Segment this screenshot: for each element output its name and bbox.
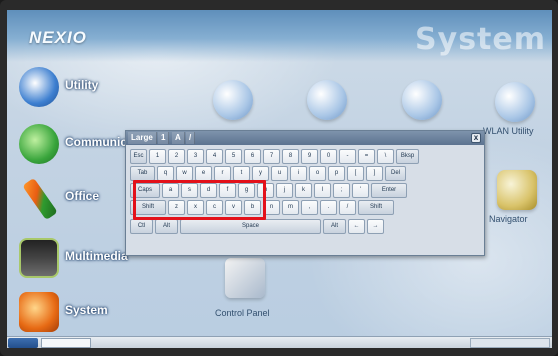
key[interactable]: ] bbox=[366, 166, 383, 181]
key[interactable]: q bbox=[157, 166, 174, 181]
device-frame: NEXIO System Utility Communication Offic… bbox=[0, 0, 558, 356]
key[interactable]: Del bbox=[385, 166, 406, 181]
highlight-annotation bbox=[133, 180, 266, 220]
navigator-icon[interactable] bbox=[497, 170, 537, 210]
key[interactable]: r bbox=[214, 166, 231, 181]
system-gear-icon bbox=[19, 292, 59, 332]
utility-icon bbox=[19, 67, 59, 107]
key[interactable]: j bbox=[276, 183, 293, 198]
keyboard-close-icon[interactable]: x bbox=[471, 133, 481, 143]
keyboard-titlebar: Large 1 A / x bbox=[126, 131, 484, 145]
navigator-label: Navigator bbox=[489, 214, 528, 224]
keyboard-tab-alpha[interactable]: A bbox=[172, 132, 185, 144]
key[interactable]: 3 bbox=[187, 149, 204, 164]
key[interactable]: k bbox=[295, 183, 312, 198]
key[interactable]: w bbox=[176, 166, 193, 181]
app-icon-settings[interactable] bbox=[402, 80, 442, 120]
key[interactable]: Alt bbox=[323, 219, 346, 234]
keyboard-tab-large[interactable]: Large bbox=[128, 132, 157, 144]
key[interactable]: \ bbox=[377, 149, 394, 164]
desktop-screen: NEXIO System Utility Communication Offic… bbox=[7, 10, 552, 348]
category-label: Office bbox=[65, 189, 100, 203]
key[interactable]: 7 bbox=[263, 149, 280, 164]
key[interactable]: - bbox=[339, 149, 356, 164]
taskbar bbox=[7, 336, 552, 348]
key[interactable]: ' bbox=[352, 183, 369, 198]
key[interactable]: p bbox=[328, 166, 345, 181]
category-utility[interactable]: Utility bbox=[15, 65, 145, 109]
header-band: NEXIO System bbox=[7, 10, 552, 62]
category-label: Utility bbox=[65, 78, 99, 92]
key[interactable]: y bbox=[252, 166, 269, 181]
screen-title: System bbox=[415, 22, 546, 57]
key[interactable]: Space bbox=[180, 219, 321, 234]
category-label: Multimedia bbox=[65, 249, 128, 263]
key[interactable]: i bbox=[290, 166, 307, 181]
key[interactable]: u bbox=[271, 166, 288, 181]
key[interactable]: o bbox=[309, 166, 326, 181]
control-panel-icon[interactable] bbox=[225, 258, 265, 298]
system-tray[interactable] bbox=[470, 338, 550, 348]
key[interactable]: ; bbox=[333, 183, 350, 198]
app-icon-tool[interactable] bbox=[213, 80, 253, 120]
key[interactable]: m bbox=[282, 200, 299, 215]
pen-icon bbox=[22, 177, 58, 221]
keyboard-tab-symbol[interactable]: / bbox=[186, 132, 196, 144]
key[interactable]: 4 bbox=[206, 149, 223, 164]
key[interactable]: ← bbox=[348, 219, 365, 234]
key[interactable]: Tab bbox=[130, 166, 155, 181]
wlan-utility-icon[interactable] bbox=[495, 82, 535, 122]
key[interactable]: → bbox=[367, 219, 384, 234]
key[interactable]: 6 bbox=[244, 149, 261, 164]
key[interactable]: Enter bbox=[371, 183, 407, 198]
key[interactable]: Bksp bbox=[396, 149, 419, 164]
keyboard-tab-numeric[interactable]: 1 bbox=[158, 132, 170, 144]
key[interactable]: e bbox=[195, 166, 212, 181]
brand-logo: NEXIO bbox=[29, 28, 87, 47]
control-panel-label: Control Panel bbox=[215, 308, 270, 318]
key[interactable]: l bbox=[314, 183, 331, 198]
key[interactable]: Ctl bbox=[130, 219, 153, 234]
key[interactable]: t bbox=[233, 166, 250, 181]
start-button[interactable] bbox=[8, 338, 38, 348]
taskbar-item[interactable] bbox=[41, 338, 91, 348]
category-system[interactable]: System bbox=[15, 290, 145, 334]
app-icon-device[interactable] bbox=[307, 80, 347, 120]
key[interactable]: 0 bbox=[320, 149, 337, 164]
key[interactable]: . bbox=[320, 200, 337, 215]
key[interactable]: Alt bbox=[155, 219, 178, 234]
key[interactable]: Shift bbox=[358, 200, 394, 215]
key[interactable]: 8 bbox=[282, 149, 299, 164]
communication-icon bbox=[19, 124, 59, 164]
film-clapper-icon bbox=[19, 238, 59, 278]
wlan-utility-label: WLAN Utility bbox=[483, 126, 534, 136]
key[interactable]: [ bbox=[347, 166, 364, 181]
key[interactable]: / bbox=[339, 200, 356, 215]
category-label: System bbox=[65, 303, 108, 317]
key[interactable]: = bbox=[358, 149, 375, 164]
key[interactable]: 9 bbox=[301, 149, 318, 164]
key[interactable]: 1 bbox=[149, 149, 166, 164]
key[interactable]: Esc bbox=[130, 149, 147, 164]
key[interactable]: 5 bbox=[225, 149, 242, 164]
key[interactable]: 2 bbox=[168, 149, 185, 164]
key[interactable]: , bbox=[301, 200, 318, 215]
